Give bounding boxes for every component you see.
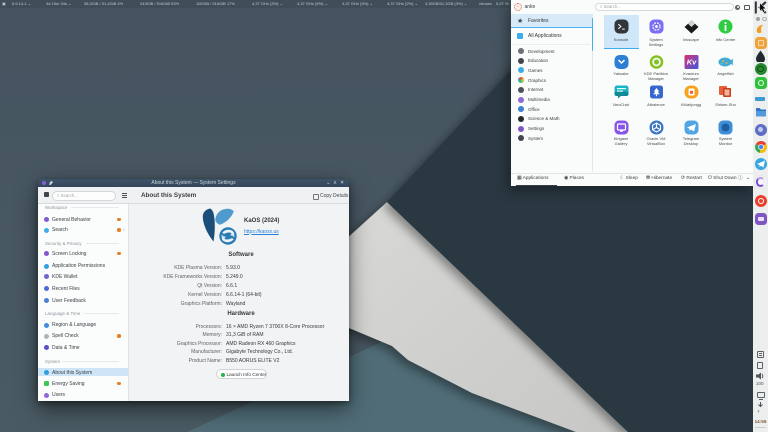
svg-text:Kv: Kv <box>686 58 696 67</box>
